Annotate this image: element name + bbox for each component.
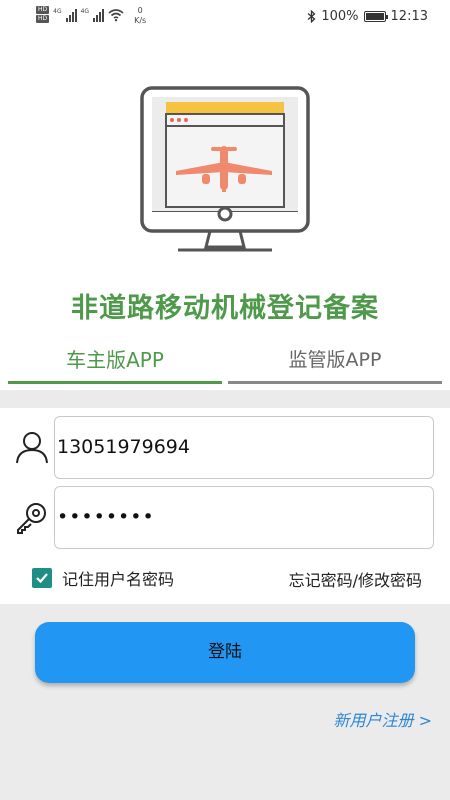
battery-percent: 100% — [321, 9, 359, 24]
network-type-1: 4G — [53, 8, 62, 15]
signal-strength-icon-1 — [65, 8, 77, 22]
status-left: HD HD 4G 4G 0 K/s — [36, 6, 146, 26]
forgot-password-link[interactable]: 忘记密码/修改密码 — [289, 567, 422, 591]
network-speed: 0 K/s — [134, 6, 146, 26]
bluetooth-icon — [307, 10, 316, 23]
battery-fill — [365, 13, 384, 20]
hd-badge-2: HD — [36, 15, 50, 23]
section-divider — [0, 390, 450, 408]
status-right: 100% 12:13 — [307, 9, 428, 24]
battery-icon — [363, 11, 388, 22]
network-speed-unit: K/s — [134, 16, 147, 25]
key-icon — [17, 503, 46, 534]
network-type-2: 4G — [80, 8, 90, 15]
app-title: 非道路移动机械登记备案 — [71, 293, 379, 324]
remember-label: 记住用户名密码 — [62, 570, 175, 589]
tab-supervisor-app[interactable]: 监管版APP — [228, 340, 442, 384]
password-input[interactable]: •••••••• — [54, 486, 434, 549]
phone-input[interactable]: 13051979694 — [54, 416, 434, 479]
remember-credentials-checkbox[interactable]: 记住用户名密码 — [32, 566, 174, 590]
login-button[interactable]: 登陆 — [35, 622, 415, 683]
status-time: 12:13 — [390, 9, 428, 24]
monitor-airplane-icon — [140, 86, 310, 252]
signal-strength-icon-2 — [93, 8, 105, 22]
register-link[interactable]: 新用户注册 > — [334, 707, 433, 731]
network-speed-value: 0 — [137, 6, 143, 15]
status-bar: HD HD 4G 4G 0 K/s 100% 12:13 — [0, 0, 450, 34]
checkmark-icon — [36, 573, 48, 584]
wifi-icon — [108, 9, 124, 22]
tab-owner-app[interactable]: 车主版APP — [8, 340, 222, 384]
hd-indicators: HD HD — [36, 6, 50, 23]
checkbox-checked-icon[interactable] — [32, 568, 52, 588]
hd-badge-1: HD — [36, 6, 50, 14]
user-icon — [16, 432, 48, 464]
